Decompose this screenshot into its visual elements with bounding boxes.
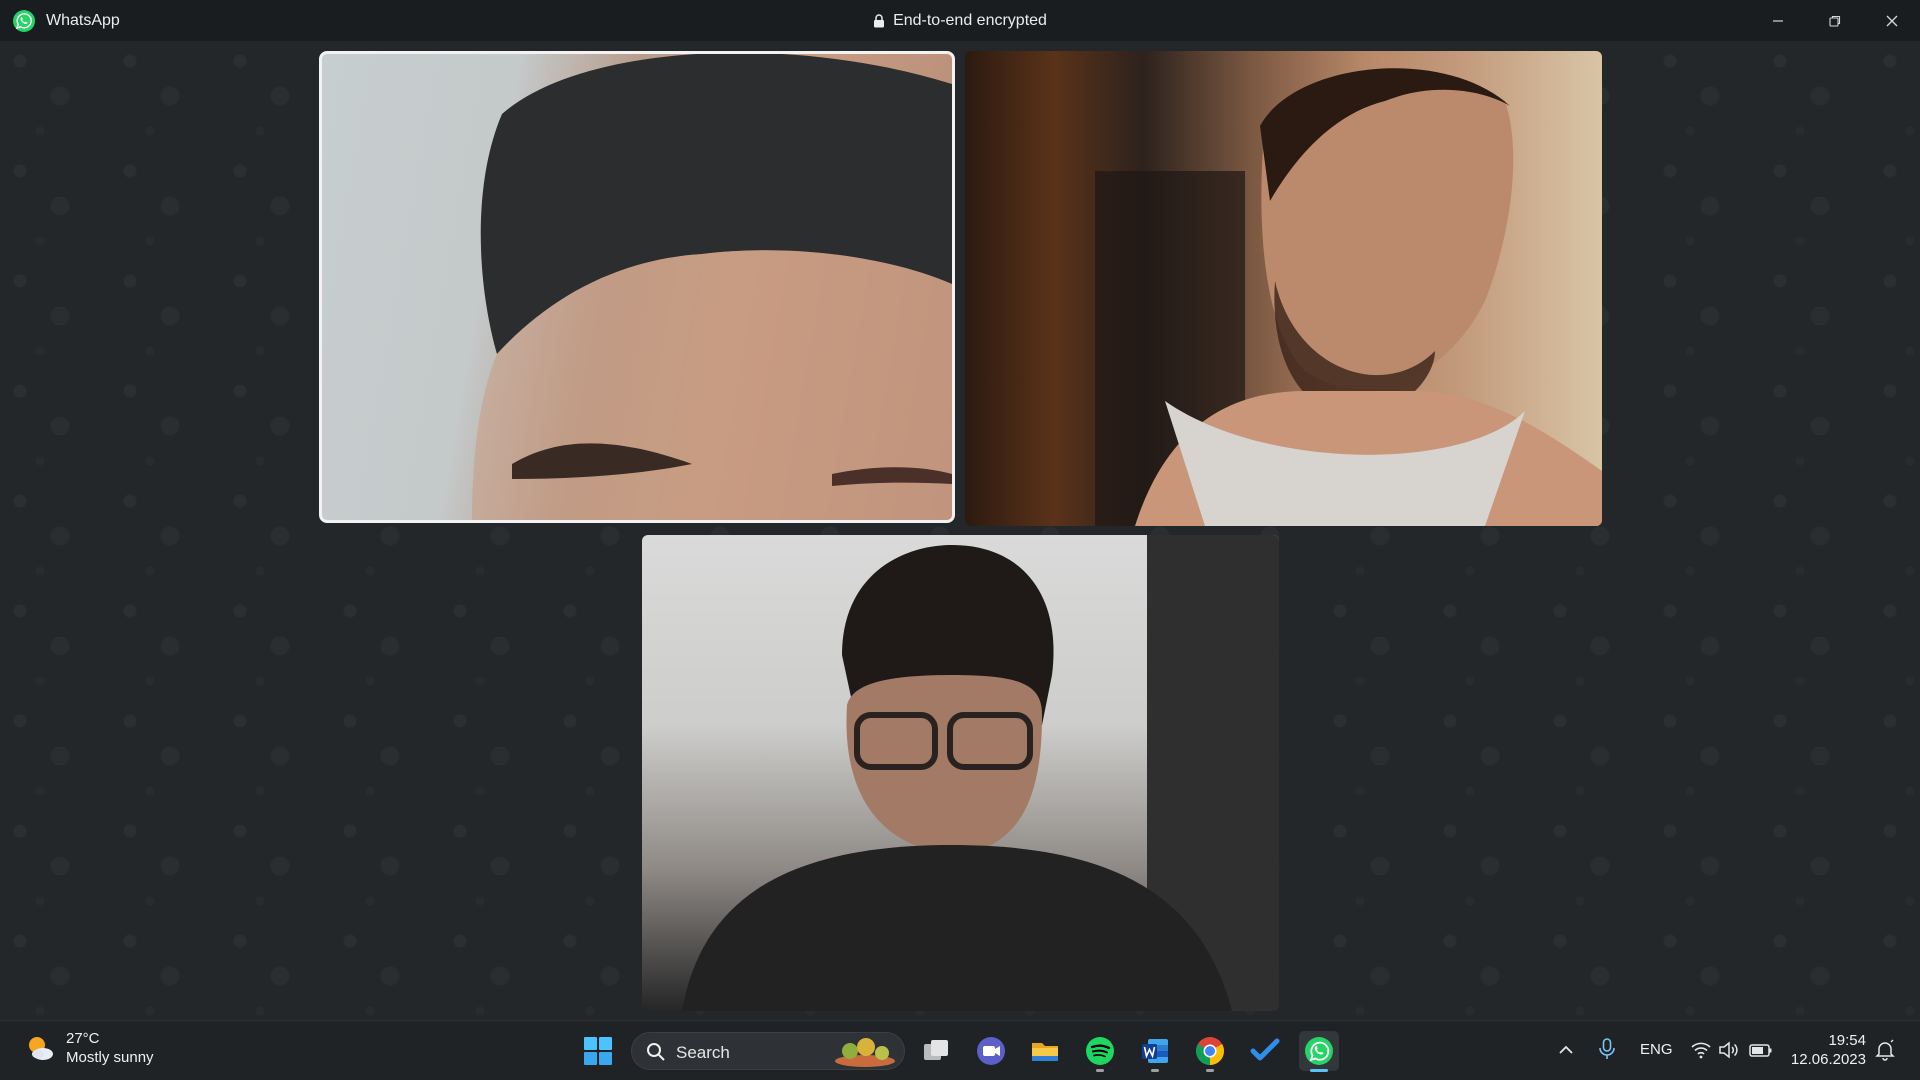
running-indicator [1151,1069,1159,1072]
file-explorer-button[interactable] [1025,1031,1065,1071]
running-indicator [1096,1069,1104,1072]
clock-time: 19:54 [1828,1032,1866,1049]
weather-description: Mostly sunny [66,1049,154,1066]
participant-video-1 [472,54,952,520]
notification-bell-icon[interactable] [1874,1039,1896,1061]
close-button[interactable] [1863,0,1920,41]
app-identity: WhatsApp [12,0,120,41]
encryption-status: End-to-end encrypted [0,0,1920,41]
windows-start-icon[interactable] [583,1036,613,1066]
chrome-button[interactable] [1190,1031,1230,1072]
search-icon [647,1043,665,1061]
teams-meet-button[interactable] [971,1031,1011,1071]
input-language[interactable]: ENG [1640,1041,1673,1058]
clock-date: 12.06.2023 [1790,1051,1866,1068]
partly-sunny-icon [29,1037,53,1060]
participant-video-3 [682,535,1279,1011]
task-view-button[interactable] [916,1031,956,1071]
video-call-area [0,41,1920,1020]
window-controls [1749,0,1920,41]
encryption-label: End-to-end encrypted [893,11,1047,29]
whatsapp-window: WhatsApp End-to-end encrypted 27°C Mostl… [0,0,1920,1080]
microphone-icon[interactable] [1596,1037,1618,1061]
participant-video-2 [1095,68,1602,526]
close-icon [1886,15,1897,26]
word-button[interactable] [1135,1031,1175,1072]
chrome-icon [1196,1037,1224,1065]
spotify-button[interactable] [1080,1031,1120,1072]
system-clock[interactable]: 19:54 12.06.2023 [1791,1031,1866,1069]
word-icon [1142,1039,1168,1063]
weather-widget[interactable]: 27°C Mostly sunny [24,1029,154,1067]
checkmark-icon [1250,1038,1280,1061]
task-view-icon [924,1040,948,1060]
minimize-icon [1772,19,1783,22]
participant-video-tile-2[interactable] [965,51,1602,526]
taskbar: 27°C Mostly sunny Search ENG 19:54 12.06… [0,1020,1920,1080]
wifi-icon[interactable] [1690,1040,1712,1060]
whatsapp-logo-icon [13,9,35,32]
todo-button[interactable] [1245,1031,1285,1071]
restore-button[interactable] [1806,0,1863,41]
folder-icon [1032,1043,1058,1061]
taskbar-search-box[interactable]: Search [631,1032,905,1070]
whatsapp-icon [1305,1037,1333,1065]
restore-icon [1828,15,1840,27]
search-label: Search [676,1043,730,1062]
participant-video-tile-3[interactable] [642,535,1279,1011]
show-hidden-icons-chevron-icon[interactable] [1556,1040,1576,1060]
lock-icon [874,13,885,27]
title-bar: WhatsApp End-to-end encrypted [0,0,1920,41]
video-meeting-icon [977,1037,1005,1065]
volume-icon[interactable] [1718,1040,1740,1060]
participant-video-tile-1[interactable] [319,51,955,523]
active-indicator [1310,1069,1328,1072]
minimize-button[interactable] [1749,0,1806,41]
battery-icon[interactable] [1749,1041,1773,1059]
running-indicator [1206,1069,1214,1072]
whatsapp-taskbar-button[interactable] [1299,1031,1339,1072]
spotify-icon [1086,1037,1114,1065]
weather-temperature: 27°C [66,1030,100,1047]
search-highlight-art-icon [835,1038,895,1067]
app-title: WhatsApp [46,11,120,29]
